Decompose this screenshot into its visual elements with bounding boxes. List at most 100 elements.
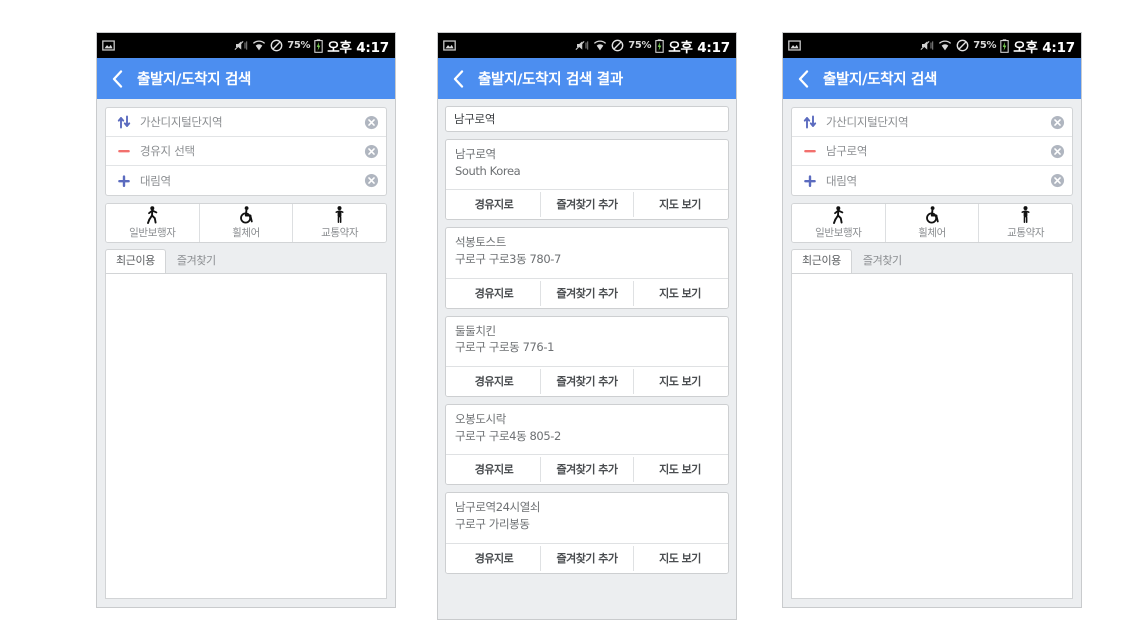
result-title: 석봉토스트: [455, 235, 506, 250]
swap-arrows-icon[interactable]: [800, 115, 820, 129]
result-title: 남구로역: [455, 147, 496, 161]
set-waypoint-button[interactable]: 경유지로: [448, 457, 541, 483]
clock-label: 오후 4:17: [1013, 39, 1075, 56]
search-input[interactable]: 남구로역: [445, 106, 729, 132]
image-icon: [443, 39, 456, 52]
result-card[interactable]: 둘둘치킨 구로구 구로동 776-1 경유지로 즐겨찾기 추가 지도 보기: [445, 315, 729, 398]
mode-button-mobility-impaired[interactable]: 교통약자: [293, 204, 386, 242]
add-favorite-button[interactable]: 즐겨찾기 추가: [541, 457, 634, 483]
mode-button-wheelchair[interactable]: 휠체어: [885, 204, 980, 242]
route-form: 가산디지털단지역 경유지 선택 대림역 일반보행자 휠체어 교통약자: [97, 99, 395, 243]
clear-circle-icon[interactable]: [1050, 173, 1065, 188]
tab-bar: 최근이용 즐겨찾기: [97, 243, 395, 275]
clear-circle-icon[interactable]: [364, 173, 379, 188]
battery-percent-label: 75%: [287, 40, 311, 51]
view-map-button[interactable]: 지도 보기: [634, 369, 726, 395]
result-card[interactable]: 석봉토스트 구로구 구로3동 780-7 경유지로 즐겨찾기 추가 지도 보기: [445, 227, 729, 309]
tab-recent[interactable]: 최근이용: [105, 249, 166, 275]
plus-icon[interactable]: [114, 174, 134, 188]
do-not-disturb-icon: [956, 39, 969, 52]
back-chevron-icon[interactable]: [793, 69, 813, 89]
set-waypoint-button[interactable]: 경유지로: [448, 545, 541, 571]
clear-circle-icon[interactable]: [364, 144, 379, 159]
field-row-origin[interactable]: 가산디지털단지역: [792, 108, 1072, 137]
add-favorite-button[interactable]: 즐겨찾기 추가: [541, 192, 634, 218]
tab-recent[interactable]: 최근이용: [791, 249, 852, 275]
result-actions: 경유지로 즐겨찾기 추가 지도 보기: [446, 366, 728, 397]
result-card[interactable]: 남구로역24시열쇠 구로구 가리봉동 경유지로 즐겨찾기 추가 지도 보기: [445, 492, 729, 574]
result-actions: 경유지로 즐겨찾기 추가 지도 보기: [446, 542, 728, 573]
screen-body: 가산디지털단지역 남구로역 대림역 일반보행자 휠체어 교통약자 최근이용 즐겨…: [783, 99, 1081, 607]
add-favorite-button[interactable]: 즐겨찾기 추가: [541, 280, 634, 306]
battery-percent-label: 75%: [628, 40, 652, 51]
image-icon: [788, 39, 801, 52]
route-form: 가산디지털단지역 남구로역 대림역 일반보행자 휠체어 교통약자: [783, 99, 1081, 243]
wifi-icon: [252, 39, 266, 52]
minus-icon[interactable]: [114, 144, 134, 158]
view-map-button[interactable]: 지도 보기: [634, 192, 726, 218]
view-map-button[interactable]: 지도 보기: [634, 457, 726, 483]
mode-button-mobility-impaired[interactable]: 교통약자: [979, 204, 1072, 242]
destination-value: 대림역: [826, 173, 857, 188]
field-row-destination[interactable]: 대림역: [792, 166, 1072, 195]
waypoint-value: 남구로역: [826, 144, 868, 158]
result-subtitle: 구로구 가리봉동: [455, 517, 530, 532]
field-row-waypoint[interactable]: 남구로역: [792, 137, 1072, 166]
mode-button-pedestrian[interactable]: 일반보행자: [106, 204, 200, 242]
origin-value: 가산디지털단지역: [826, 115, 909, 129]
result-title: 오봉도시락: [455, 412, 506, 427]
back-chevron-icon[interactable]: [107, 69, 127, 89]
add-favorite-button[interactable]: 즐겨찾기 추가: [541, 369, 634, 395]
app-bar: 출발지/도착지 검색: [97, 58, 395, 99]
view-map-button[interactable]: 지도 보기: [634, 280, 726, 306]
origin-value: 가산디지털단지역: [140, 115, 223, 129]
clear-circle-icon[interactable]: [1050, 144, 1065, 159]
tab-favorites[interactable]: 즐겨찾기: [166, 249, 227, 273]
mode-button-wheelchair[interactable]: 휠체어: [199, 204, 294, 242]
clock-label: 오후 4:17: [668, 39, 730, 56]
battery-percent-label: 75%: [973, 40, 997, 51]
set-waypoint-button[interactable]: 경유지로: [448, 369, 541, 395]
result-actions: 경유지로 즐겨찾기 추가 지도 보기: [446, 277, 728, 308]
wifi-icon: [593, 39, 607, 52]
tab-content-panel: [105, 273, 387, 599]
wifi-icon: [938, 39, 952, 52]
location-field-group: 가산디지털단지역 남구로역 대림역: [791, 107, 1073, 196]
app-bar: 출발지/도착지 검색 결과: [438, 58, 736, 99]
field-row-destination[interactable]: 대림역: [106, 166, 386, 195]
battery-charging-icon: [655, 38, 664, 53]
back-chevron-icon[interactable]: [448, 69, 468, 89]
search-input-value: 남구로역: [454, 112, 496, 126]
clear-circle-icon[interactable]: [364, 115, 379, 130]
plus-icon[interactable]: [800, 174, 820, 188]
waypoint-value: 경유지 선택: [140, 144, 195, 158]
result-card[interactable]: 오봉도시락 구로구 구로4동 805-2 경유지로 즐겨찾기 추가 지도 보기: [445, 404, 729, 486]
minus-icon[interactable]: [800, 144, 820, 158]
result-card[interactable]: 남구로역 South Korea 경유지로 즐겨찾기 추가 지도 보기: [445, 139, 729, 221]
clear-circle-icon[interactable]: [1050, 115, 1065, 130]
set-waypoint-button[interactable]: 경유지로: [448, 280, 541, 306]
vibrate-mute-icon: [919, 39, 934, 52]
tab-favorites[interactable]: 즐겨찾기: [852, 249, 913, 273]
result-info: 둘둘치킨 구로구 구로동 776-1: [446, 317, 728, 366]
status-bar: 75% 오후 4:17: [438, 33, 736, 58]
result-actions: 경유지로 즐겨찾기 추가 지도 보기: [446, 189, 728, 220]
view-map-button[interactable]: 지도 보기: [634, 545, 726, 571]
mode-selector: 일반보행자 휠체어 교통약자: [105, 203, 387, 243]
wheelchair-icon: [238, 206, 255, 224]
page-title: 출발지/도착지 검색 결과: [478, 72, 623, 88]
add-favorite-button[interactable]: 즐겨찾기 추가: [541, 545, 634, 571]
phone-screen-search: 75% 오후 4:17 출발지/도착지 검색 가산디지털단지역 경유지 선택 대…: [96, 32, 396, 608]
set-waypoint-button[interactable]: 경유지로: [448, 192, 541, 218]
phone-screen-results: 75% 오후 4:17 출발지/도착지 검색 결과 남구로역 남구로역 Sout…: [437, 32, 737, 620]
vibrate-mute-icon: [574, 39, 589, 52]
swap-arrows-icon[interactable]: [114, 115, 134, 129]
field-row-waypoint[interactable]: 경유지 선택: [106, 137, 386, 166]
mode-button-pedestrian[interactable]: 일반보행자: [792, 204, 886, 242]
page-title: 출발지/도착지 검색: [823, 72, 938, 88]
person-standing-icon: [1020, 206, 1031, 224]
mode-label-mobility-impaired: 교통약자: [1007, 227, 1045, 239]
field-row-origin[interactable]: 가산디지털단지역: [106, 108, 386, 137]
results-list: 남구로역 남구로역 South Korea 경유지로 즐겨찾기 추가 지도 보기: [438, 99, 736, 619]
page-title: 출발지/도착지 검색: [137, 72, 252, 88]
